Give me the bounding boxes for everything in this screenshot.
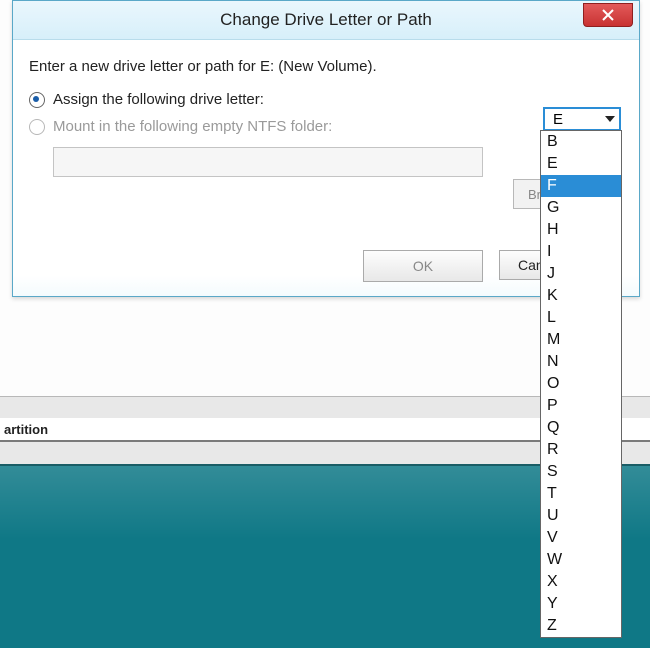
dropdown-item-Y[interactable]: Y bbox=[541, 593, 621, 615]
mount-option-row: Mount in the following empty NTFS folder… bbox=[29, 118, 623, 135]
dropdown-item-B[interactable]: B bbox=[541, 131, 621, 153]
ok-button-label: OK bbox=[413, 258, 433, 274]
dropdown-item-O[interactable]: O bbox=[541, 373, 621, 395]
dropdown-item-Q[interactable]: Q bbox=[541, 417, 621, 439]
dropdown-item-N[interactable]: N bbox=[541, 351, 621, 373]
mount-option-label: Mount in the following empty NTFS folder… bbox=[53, 118, 332, 135]
dropdown-item-V[interactable]: V bbox=[541, 527, 621, 549]
ok-button[interactable]: OK bbox=[363, 250, 483, 282]
dropdown-item-Z[interactable]: Z bbox=[541, 615, 621, 637]
dropdown-item-M[interactable]: M bbox=[541, 329, 621, 351]
dropdown-item-P[interactable]: P bbox=[541, 395, 621, 417]
dropdown-item-H[interactable]: H bbox=[541, 219, 621, 241]
drive-letter-combo-value: E bbox=[553, 111, 563, 128]
dropdown-item-S[interactable]: S bbox=[541, 461, 621, 483]
dialog-title: Change Drive Letter or Path bbox=[220, 10, 432, 30]
dropdown-item-U[interactable]: U bbox=[541, 505, 621, 527]
mount-radio bbox=[29, 119, 45, 135]
dropdown-item-W[interactable]: W bbox=[541, 549, 621, 571]
dropdown-item-K[interactable]: K bbox=[541, 285, 621, 307]
drive-letter-combo[interactable]: E bbox=[543, 107, 621, 131]
mount-path-input bbox=[53, 147, 483, 177]
dropdown-item-J[interactable]: J bbox=[541, 263, 621, 285]
dropdown-item-I[interactable]: I bbox=[541, 241, 621, 263]
assign-radio[interactable] bbox=[29, 92, 45, 108]
close-button[interactable] bbox=[583, 3, 633, 27]
dropdown-item-F[interactable]: F bbox=[541, 175, 621, 197]
dropdown-item-T[interactable]: T bbox=[541, 483, 621, 505]
dropdown-item-X[interactable]: X bbox=[541, 571, 621, 593]
dialog-titlebar[interactable]: Change Drive Letter or Path bbox=[13, 1, 639, 40]
dropdown-item-R[interactable]: R bbox=[541, 439, 621, 461]
dropdown-item-E[interactable]: E bbox=[541, 153, 621, 175]
chevron-down-icon bbox=[605, 116, 615, 122]
drive-letter-dropdown[interactable]: BEFGHIJKLMNOPQRSTUVWXYZ bbox=[540, 130, 622, 638]
assign-option-row[interactable]: Assign the following drive letter: bbox=[29, 91, 623, 108]
dropdown-item-L[interactable]: L bbox=[541, 307, 621, 329]
dropdown-item-G[interactable]: G bbox=[541, 197, 621, 219]
dialog-instruction: Enter a new drive letter or path for E: … bbox=[29, 58, 623, 75]
partition-heading-text: artition bbox=[4, 422, 48, 437]
close-icon bbox=[602, 9, 614, 21]
assign-option-label: Assign the following drive letter: bbox=[53, 91, 264, 108]
